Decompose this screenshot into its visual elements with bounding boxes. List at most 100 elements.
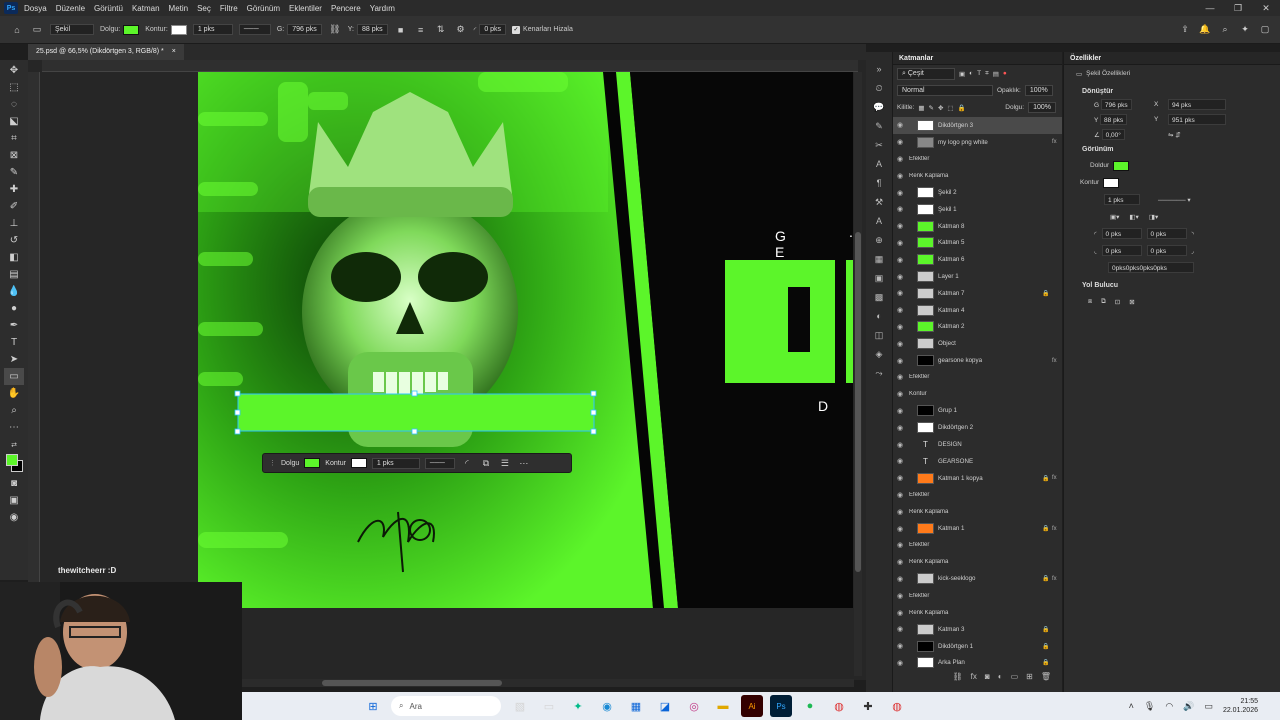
3d-icon[interactable]: ◈: [870, 345, 888, 363]
visibility-eye-icon[interactable]: ◉: [893, 575, 907, 583]
layer-row[interactable]: ◉ Object: [893, 335, 1062, 352]
pen-tool-icon[interactable]: ✒: [4, 317, 24, 334]
layer-name[interactable]: Object: [936, 340, 1042, 347]
layer-name[interactable]: Grup 1: [936, 407, 1042, 414]
move-tool-icon[interactable]: ✥: [4, 62, 24, 79]
history-icon[interactable]: ⏲: [870, 79, 888, 97]
paths-icon[interactable]: ⤳: [870, 364, 888, 382]
shape-tool-icon[interactable]: ▭: [30, 23, 44, 37]
visibility-eye-icon[interactable]: ◉: [893, 592, 907, 600]
stroke-swatch[interactable]: [170, 24, 187, 35]
stroke-style-select[interactable]: ────── ▾: [1158, 196, 1191, 204]
height-input[interactable]: 88 pks: [356, 24, 388, 35]
layer-effect-row[interactable]: ◉ Renk Kaplama: [893, 503, 1062, 520]
patterns-icon[interactable]: ▩: [870, 288, 888, 306]
search-icon[interactable]: ⌕: [1218, 23, 1232, 37]
visibility-eye-icon[interactable]: ◉: [893, 172, 907, 180]
layer-name[interactable]: Katman 6: [936, 256, 1042, 263]
height-field[interactable]: Y: 88 pks: [348, 24, 388, 35]
layer-row[interactable]: ◉ Dikdörtgen 2: [893, 419, 1062, 436]
transform-width[interactable]: 796 pks: [1100, 99, 1132, 110]
fill-swatch[interactable]: [123, 24, 140, 35]
layer-row[interactable]: ◉ Dikdörtgen 3: [893, 117, 1062, 134]
layer-name[interactable]: Dikdörtgen 2: [936, 424, 1042, 431]
lasso-tool-icon[interactable]: ◌: [4, 96, 24, 113]
layer-row[interactable]: ◉ Şekil 2: [893, 184, 1062, 201]
stroke-align-icon[interactable]: ▣▾: [1110, 213, 1119, 221]
ctx-stroke-swatch[interactable]: [350, 458, 367, 468]
align-edges-option[interactable]: ✓ Kenarları Hizala: [512, 25, 573, 34]
layer-effect-row[interactable]: ◉ Efektler: [893, 369, 1062, 386]
copilot-icon[interactable]: ✦: [567, 695, 589, 717]
rectangle-tool-icon[interactable]: ▭: [4, 368, 24, 385]
adjustment-layer-icon[interactable]: ◐: [998, 672, 1003, 686]
path-align-icon[interactable]: ≡: [414, 23, 428, 37]
stroke-cap-icon[interactable]: ◧▾: [1129, 213, 1138, 221]
foreground-color[interactable]: [6, 454, 18, 466]
lock-artboard-icon[interactable]: ⬚: [947, 104, 953, 112]
corner-tl[interactable]: 0 pks: [1101, 228, 1142, 239]
gradients-icon[interactable]: ▣: [870, 269, 888, 287]
object-select-tool-icon[interactable]: ⬕: [4, 113, 24, 130]
visibility-eye-icon[interactable]: ◉: [893, 273, 907, 281]
new-layer-icon[interactable]: ⊞: [1026, 672, 1033, 686]
share-icon[interactable]: ⇪: [1178, 23, 1192, 37]
wifi-icon[interactable]: ◠: [1165, 701, 1173, 712]
eyedropper-tool-icon[interactable]: ✎: [4, 164, 24, 181]
menu-item-select[interactable]: Seç: [197, 4, 211, 13]
link-icon[interactable]: ⛓: [328, 23, 342, 37]
layer-effect-row[interactable]: ◉ Renk Kaplama: [893, 167, 1062, 184]
store-icon[interactable]: ▦: [625, 695, 647, 717]
eraser-tool-icon[interactable]: ◧: [4, 249, 24, 266]
visibility-eye-icon[interactable]: ◉: [893, 558, 907, 566]
menu-item-file[interactable]: Dosya: [24, 4, 47, 13]
visibility-eye-icon[interactable]: ◉: [893, 541, 907, 549]
menu-item-window[interactable]: Pencere: [331, 4, 361, 13]
layer-row[interactable]: ◉ Dikdörtgen 1 🔒: [893, 638, 1062, 655]
visibility-eye-icon[interactable]: ◉: [893, 625, 907, 633]
taskbar-search[interactable]: ⌕ Ara: [391, 696, 501, 716]
color-swatches[interactable]: [4, 453, 24, 475]
radius-input[interactable]: 0 pks: [479, 24, 507, 35]
ctx-fill-swatch[interactable]: [304, 458, 321, 468]
stroke-option[interactable]: Kontur:: [145, 24, 187, 35]
pathfinder-heading[interactable]: Yol Bulucu: [1064, 276, 1280, 293]
layer-row[interactable]: ◉ Katman 7 🔒: [893, 285, 1062, 302]
paragraph-icon[interactable]: ¶: [870, 174, 888, 192]
discover-icon[interactable]: ✦: [1238, 23, 1252, 37]
exclude-shapes-icon[interactable]: ⊠: [1129, 298, 1134, 306]
menu-item-layer[interactable]: Katman: [132, 4, 160, 13]
layer-effect-row[interactable]: ◉ Renk Kaplama: [893, 554, 1062, 571]
file-explorer-icon[interactable]: ▬: [712, 695, 734, 717]
character-icon[interactable]: A: [870, 155, 888, 173]
chrome-icon-2[interactable]: ◍: [886, 695, 908, 717]
menu-item-filter[interactable]: Filtre: [220, 4, 238, 13]
vertical-scrollbar[interactable]: [854, 72, 862, 676]
spotify-icon[interactable]: ●: [799, 695, 821, 717]
notifications-bell-icon[interactable]: 🔔: [1198, 23, 1212, 37]
visibility-eye-icon[interactable]: ◉: [893, 239, 907, 247]
layer-row[interactable]: ◉ T DESIGN: [893, 436, 1062, 453]
expand-panels-icon[interactable]: »: [870, 60, 888, 78]
task-view-icon[interactable]: ▭: [538, 695, 560, 717]
close-tab-icon[interactable]: ×: [172, 44, 176, 60]
filter-adjust-icon[interactable]: ◐: [969, 70, 973, 77]
menu-item-plugins[interactable]: Eklentiler: [289, 4, 322, 13]
opacity-input[interactable]: 100%: [1024, 85, 1053, 96]
drag-handle-icon[interactable]: ⋮: [269, 459, 276, 467]
menu-item-image[interactable]: Görüntü: [94, 4, 123, 13]
menu-item-view[interactable]: Görünüm: [247, 4, 280, 13]
volume-icon[interactable]: 🔊: [1183, 701, 1194, 712]
stroke-style-select[interactable]: ───: [238, 24, 271, 35]
fx-icon[interactable]: fx: [1052, 576, 1062, 582]
layer-row[interactable]: ◉ gearsone kopya fx: [893, 352, 1062, 369]
lock-pixels-icon[interactable]: ✎: [929, 104, 934, 112]
ctx-duplicate-icon[interactable]: ⧉: [479, 456, 493, 470]
layer-effect-row[interactable]: ◉ Kontur: [893, 386, 1062, 403]
add-mask-icon[interactable]: ◙: [985, 672, 990, 686]
stroke-width-input[interactable]: 1 pks: [192, 24, 233, 35]
layer-name[interactable]: GEARSONE: [936, 458, 1042, 465]
stroke-join-icon[interactable]: ◨▾: [1149, 213, 1158, 221]
layer-row[interactable]: ◉ Katman 5: [893, 235, 1062, 252]
layer-row[interactable]: ◉ Layer 1: [893, 268, 1062, 285]
